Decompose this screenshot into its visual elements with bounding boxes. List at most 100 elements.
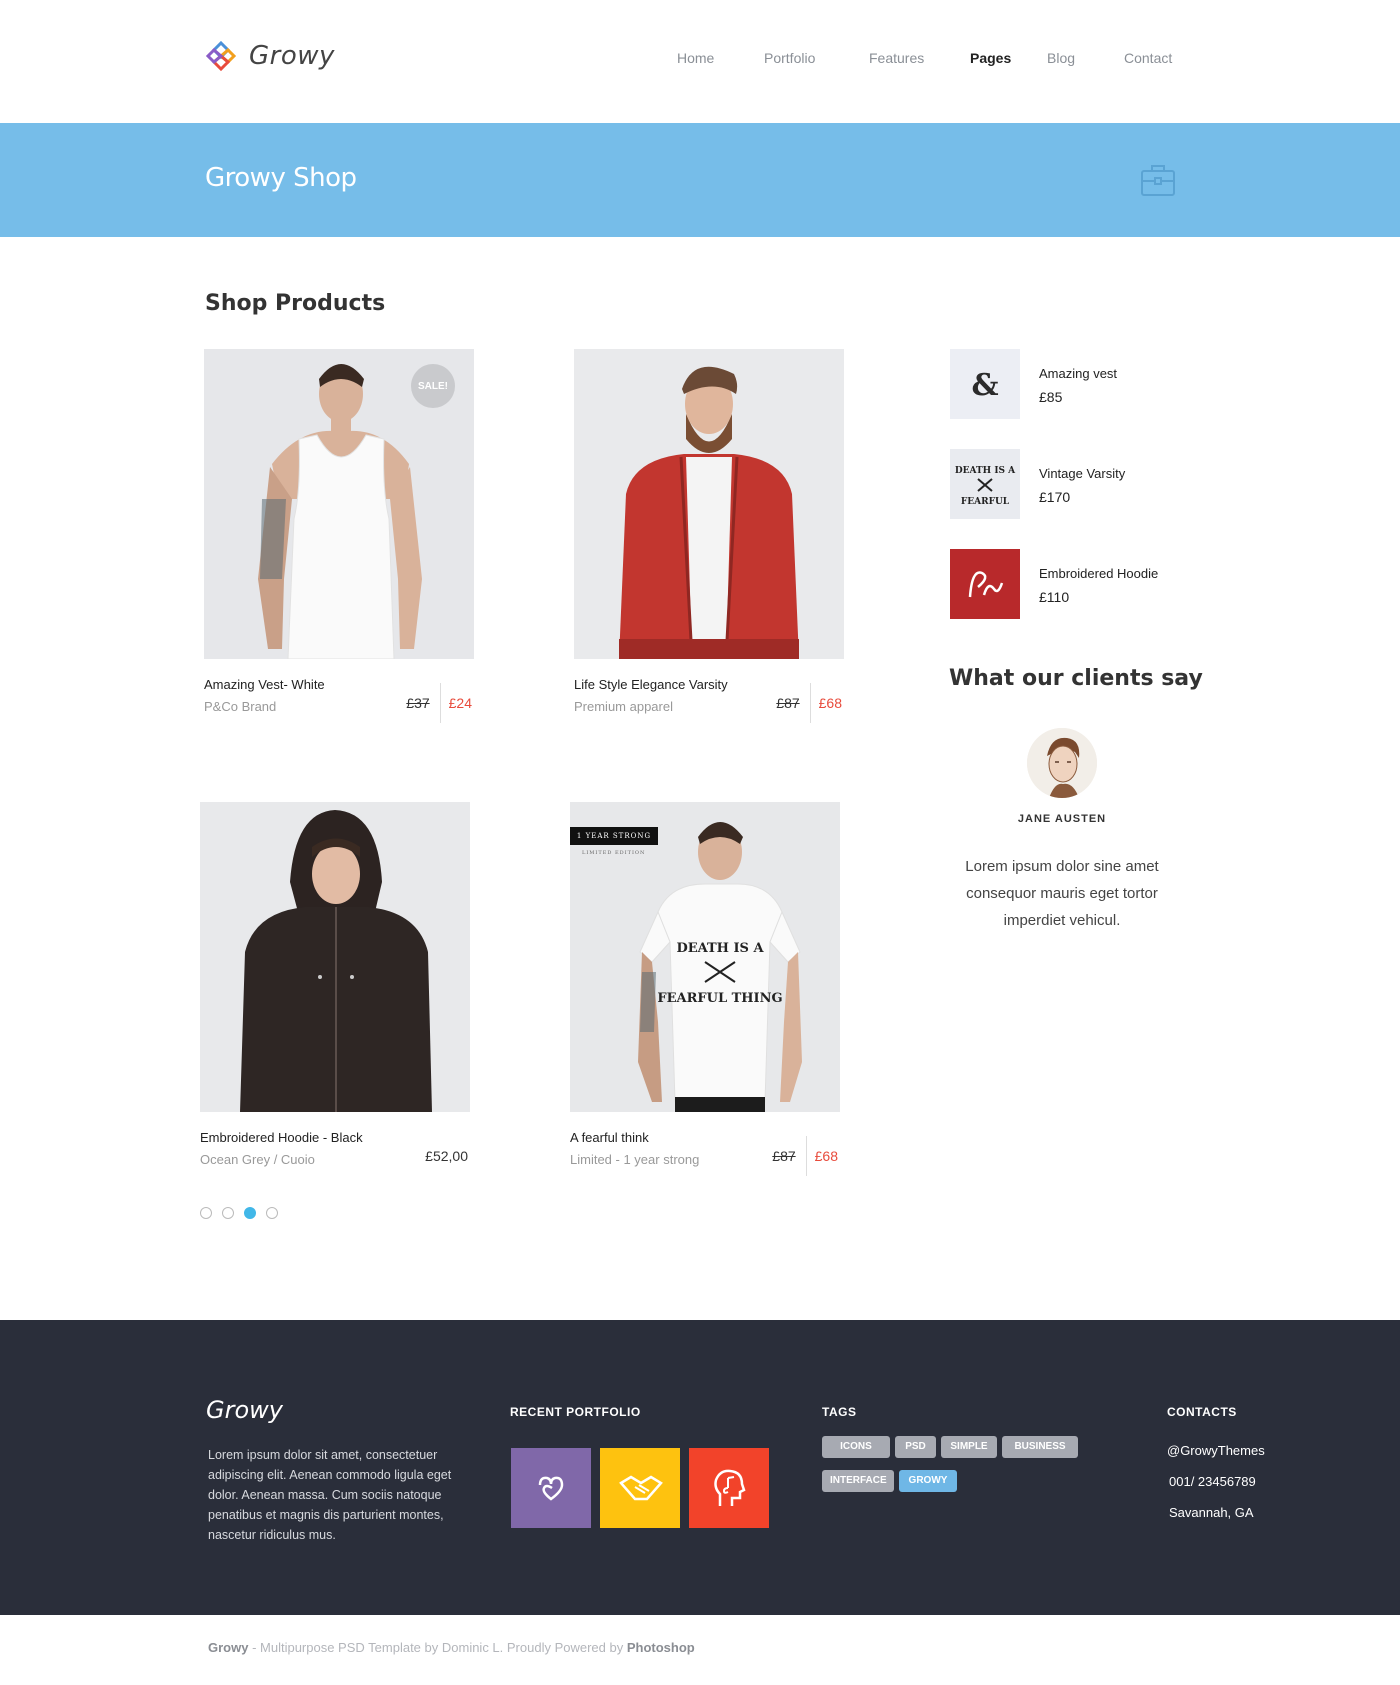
sidebar-product[interactable]: Embroidered Hoodie £110	[950, 549, 1180, 619]
tag-interface[interactable]: INTERFACE	[822, 1470, 894, 1492]
embroidery-icon	[950, 549, 1020, 619]
tag-simple[interactable]: SIMPLE	[941, 1436, 997, 1458]
sidebar-product-name[interactable]: Amazing vest	[1039, 366, 1117, 381]
sidebar-product-name[interactable]: Embroidered Hoodie	[1039, 566, 1158, 581]
tag-psd[interactable]: PSD	[895, 1436, 936, 1458]
product-image[interactable]	[574, 349, 844, 659]
product-image[interactable]: DEATH IS A FEARFUL THING 1 YEAR STRONG L…	[570, 802, 840, 1112]
typography-print-icon: DEATH IS A FEARFUL	[950, 449, 1020, 519]
nav-pages[interactable]: Pages	[970, 50, 1011, 66]
price-box: £37 £24	[406, 683, 476, 723]
sale-price: £68	[814, 1148, 838, 1164]
product-card[interactable]: DEATH IS A FEARFUL THING 1 YEAR STRONG L…	[570, 802, 842, 1180]
tag-growy[interactable]: GROWY	[899, 1470, 957, 1492]
client-name: JANE AUSTEN	[1017, 813, 1107, 825]
product-info: A fearful think Limited - 1 year strong …	[570, 1130, 842, 1180]
product-name[interactable]: Life Style Elegance Varsity	[574, 677, 728, 692]
clients-title: What our clients say	[949, 666, 1203, 691]
product-subtitle: P&Co Brand	[204, 699, 277, 714]
sidebar-product-thumb[interactable]: &	[950, 349, 1020, 419]
limited-edition-label: LIMITED EDITION	[582, 850, 646, 856]
client-portrait	[1027, 728, 1097, 798]
pagination-dot-3[interactable]	[244, 1207, 256, 1219]
copyright-brand[interactable]: Growy	[208, 1640, 248, 1655]
footer-logo[interactable]: Growy	[206, 1396, 283, 1424]
head-music-icon	[714, 1469, 746, 1506]
copyright-text: - Multipurpose PSD Template by Dominic L…	[248, 1640, 627, 1655]
product-subtitle: Ocean Grey / Cuoio	[200, 1152, 315, 1167]
sidebar-product-thumb[interactable]	[950, 549, 1020, 619]
svg-text:FEARFUL THING: FEARFUL THING	[657, 991, 782, 1006]
product-info: Life Style Elegance Varsity Premium appa…	[574, 677, 846, 727]
sidebar-product[interactable]: & Amazing vest £85	[950, 349, 1180, 419]
price-box: £52,00	[425, 1136, 472, 1176]
old-price: £37	[406, 695, 430, 711]
contacts-heading: CONTACTS	[1167, 1405, 1237, 1419]
product-card[interactable]: Life Style Elegance Varsity Premium appa…	[574, 349, 846, 727]
product-info: Amazing Vest- White P&Co Brand £37 £24	[204, 677, 476, 727]
nav-contact[interactable]: Contact	[1124, 50, 1172, 66]
sidebar-product-name[interactable]: Vintage Varsity	[1039, 466, 1125, 481]
old-price: £87	[776, 695, 800, 711]
nav-portfolio[interactable]: Portfolio	[764, 50, 815, 66]
tag-icons[interactable]: ICONS	[822, 1436, 890, 1458]
sidebar-product-thumb[interactable]: DEATH IS A FEARFUL	[950, 449, 1020, 519]
price: £52,00	[425, 1148, 468, 1164]
sidebar-product-price: £170	[1039, 489, 1071, 505]
portfolio-tile[interactable]	[689, 1448, 769, 1528]
tshirt-photo: DEATH IS A FEARFUL THING	[570, 802, 840, 1112]
product-name[interactable]: A fearful think	[570, 1130, 649, 1145]
product-card[interactable]: Embroidered Hoodie - Black Ocean Grey / …	[200, 802, 472, 1180]
portfolio-tile[interactable]	[600, 1448, 680, 1528]
pagination-dot-2[interactable]	[222, 1207, 234, 1219]
handshake-icon	[619, 1475, 663, 1501]
pagination-dot-4[interactable]	[266, 1207, 278, 1219]
page-title: Growy Shop	[205, 163, 357, 193]
varsity-photo	[574, 349, 844, 659]
sale-price: £68	[818, 695, 842, 711]
shop-title: Shop Products	[205, 291, 386, 316]
svg-text:DEATH IS A: DEATH IS A	[676, 941, 764, 956]
heart-loop-icon	[538, 1476, 564, 1501]
sidebar-product[interactable]: DEATH IS A FEARFUL Vintage Varsity £170	[950, 449, 1180, 519]
product-image[interactable]: SALE!	[204, 349, 474, 659]
copyright-bar: Growy - Multipurpose PSD Template by Dom…	[208, 1640, 695, 1655]
product-subtitle: Limited - 1 year strong	[570, 1152, 700, 1167]
price-box: £87 £68	[776, 683, 846, 723]
pagination-dots	[200, 1207, 278, 1219]
nav-blog[interactable]: Blog	[1047, 50, 1075, 66]
old-price: £87	[772, 1148, 796, 1164]
page-banner: Growy Shop	[0, 123, 1400, 237]
sale-badge: SALE!	[411, 364, 455, 408]
hoodie-photo	[200, 802, 470, 1112]
product-image[interactable]	[200, 802, 470, 1112]
client-quote: Lorem ipsum dolor sine amet consequor ma…	[965, 858, 1159, 929]
sidebar-product-price: £110	[1039, 589, 1070, 605]
site-footer: Growy Lorem ipsum dolor sit amet, consec…	[0, 1320, 1400, 1615]
product-name[interactable]: Amazing Vest- White	[204, 677, 325, 692]
year-strong-tag: 1 YEAR STRONG	[570, 827, 658, 845]
ampersand-icon: &	[950, 349, 1020, 419]
copyright-powered[interactable]: Photoshop	[627, 1640, 695, 1655]
contact-twitter[interactable]: @GrowyThemes	[1167, 1443, 1265, 1458]
price-box: £87 £68	[772, 1136, 842, 1176]
nav-features[interactable]: Features	[869, 50, 924, 66]
product-subtitle: Premium apparel	[574, 699, 673, 714]
portfolio-tile[interactable]	[511, 1448, 591, 1528]
product-info: Embroidered Hoodie - Black Ocean Grey / …	[200, 1130, 472, 1180]
sale-price: £24	[448, 695, 472, 711]
pagination-dot-1[interactable]	[200, 1207, 212, 1219]
svg-text:FEARFUL: FEARFUL	[961, 497, 1010, 507]
site-header: Growy Home Portfolio Features Pages Blog…	[0, 0, 1400, 123]
svg-text:DEATH IS A: DEATH IS A	[955, 466, 1016, 476]
avatar	[1027, 728, 1097, 798]
product-card[interactable]: SALE! Amazing Vest- White P&Co Brand £37…	[204, 349, 476, 727]
briefcase-icon	[1141, 165, 1175, 196]
contact-location: Savannah, GA	[1169, 1505, 1254, 1520]
nav-home[interactable]: Home	[677, 50, 714, 66]
product-name[interactable]: Embroidered Hoodie - Black	[200, 1130, 363, 1145]
tags-heading: TAGS	[822, 1405, 857, 1419]
main-nav: Home Portfolio Features Pages Blog Conta…	[0, 50, 1400, 70]
contact-phone[interactable]: 001/ 23456789	[1169, 1474, 1256, 1489]
tag-business[interactable]: BUSINESS	[1002, 1436, 1078, 1458]
